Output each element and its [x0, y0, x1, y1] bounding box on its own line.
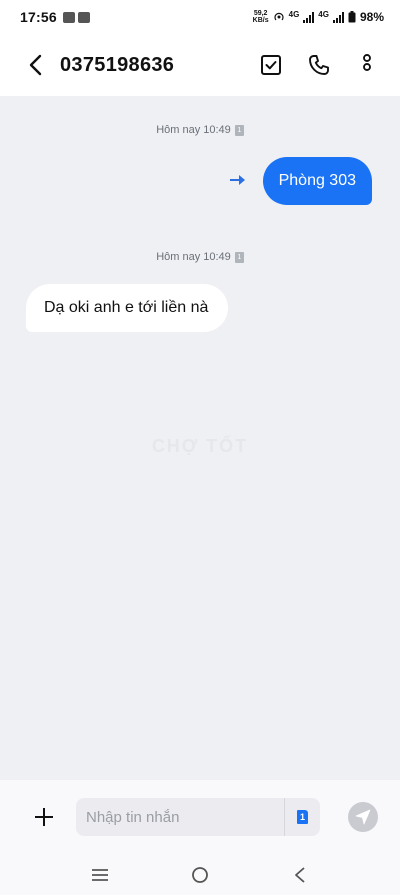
signal-icon-2: [332, 11, 344, 23]
watermark: CHỢ TỐT: [151, 436, 249, 456]
battery-icon: [348, 11, 356, 23]
arrow-right-icon: [230, 175, 245, 185]
status-indicators: 59,2 KB/s 4G 4G 98%: [253, 10, 384, 24]
plus-icon: [35, 808, 53, 826]
message-input[interactable]: [86, 808, 276, 826]
chevron-left-icon: [29, 54, 42, 76]
header-actions: [254, 48, 384, 82]
menu-icon: [92, 868, 108, 881]
phone-icon: [309, 55, 329, 75]
back-triangle-icon: [295, 866, 305, 883]
call-button[interactable]: [302, 48, 336, 82]
incoming-message-bubble[interactable]: Dạ oki anh e tới liền nà: [26, 284, 229, 332]
message-text: Dạ oki anh e tới liền nà: [44, 299, 209, 316]
status-bar: 17:56 59,2 KB/s 4G 4G 98%: [0, 0, 400, 34]
checkbox-icon: [261, 55, 281, 75]
message-timestamp: Hôm nay 10:49 1: [0, 124, 400, 136]
recent-apps-button[interactable]: [80, 860, 120, 890]
battery-level: 98%: [359, 10, 384, 24]
network-speed: 59,2 KB/s: [252, 10, 269, 24]
message-text: Phòng 303: [278, 172, 356, 189]
message-input-container: 1: [76, 798, 320, 836]
more-options-button[interactable]: [350, 48, 384, 82]
sim-card-icon: 1: [297, 810, 308, 824]
hotspot-icon: [274, 12, 284, 21]
more-vertical-icon: [363, 54, 371, 76]
home-button[interactable]: [180, 860, 220, 890]
home-circle-icon: [192, 866, 208, 883]
system-navigation-bar: [0, 854, 400, 895]
message-list[interactable]: Hôm nay 10:49 1 Phòng 303 Hôm nay 10:49 …: [0, 96, 400, 780]
notification-icons: [62, 11, 90, 23]
send-icon: [355, 809, 371, 825]
network-type-1: 4G: [288, 10, 300, 19]
outgoing-message-bubble[interactable]: Phòng 303: [262, 157, 372, 205]
back-button[interactable]: [20, 49, 52, 81]
message-composer: 1: [0, 780, 400, 854]
sim-indicator-icon: 1: [234, 124, 244, 136]
app-notification-icon: [77, 11, 90, 23]
zalo-notification-icon: [62, 11, 75, 23]
conversation-header: 0375198636: [0, 34, 400, 96]
message-timestamp: Hôm nay 10:49 1: [0, 251, 400, 263]
select-messages-button[interactable]: [254, 48, 288, 82]
signal-icon: [303, 11, 315, 23]
system-back-button[interactable]: [280, 860, 320, 890]
status-time: 17:56: [20, 9, 57, 25]
contact-title: 0375198636: [60, 53, 175, 76]
network-type-2: 4G: [318, 10, 329, 19]
sim-selector-button[interactable]: 1: [284, 798, 320, 836]
add-attachment-button[interactable]: [28, 801, 60, 833]
sim-indicator-icon: 1: [234, 251, 244, 263]
send-button[interactable]: [348, 802, 378, 832]
